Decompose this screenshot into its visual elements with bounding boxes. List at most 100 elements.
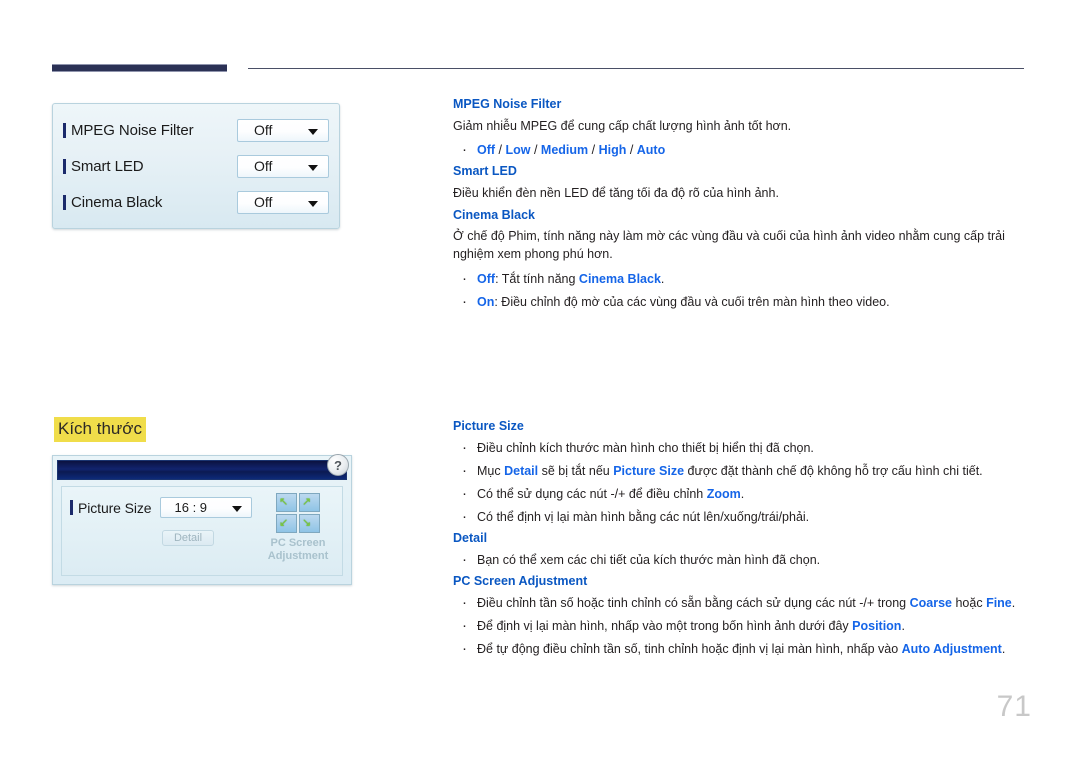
osd-panel-body: Picture Size 16 : 9 Detail ↖ ↗ ↙ ↘ PC Sc… [61,486,343,576]
list-item: Mục Detail sẽ bị tắt nếu Picture Size đư… [453,460,1033,482]
osd-row-mpeg-noise-filter[interactable]: MPEG Noise Filter Off [63,112,329,148]
header-rule-thin-line [248,68,1024,69]
chevron-down-icon [231,506,242,512]
list-item-text: được đặt thành chế độ không hỗ trợ cấu h… [684,463,983,478]
osd-label-mpeg-noise-filter: MPEG Noise Filter [63,122,237,139]
option-low: Low [505,142,531,157]
list-item: Off: Tắt tính năng Cinema Black. [453,267,1033,289]
link-coarse: Coarse [909,595,952,610]
list-item: Để định vị lại màn hình, nhấp vào một tr… [453,615,1033,637]
bullet-bar-icon [70,500,73,515]
doc-column-picture-size: Picture Size Điều chỉnh kích thước màn h… [453,419,1033,663]
list-item: On: Điều chỉnh độ mờ của các vùng đầu và… [453,291,1033,313]
page-number: 71 [996,690,1032,723]
doc-list-detail: Bạn có thể xem các chi tiết của kích thư… [453,549,1033,571]
position-grid-icon[interactable]: ↖ ↗ ↙ ↘ [276,493,320,533]
link-detail: Detail [504,463,539,478]
list-item: Để tự động điều chỉnh tần số, tinh chỉnh… [453,638,1033,660]
doc-list-picture-size: Điều chỉnh kích thước màn hình cho thiết… [453,437,1033,528]
list-item: Off / Low / Medium / High / Auto [453,139,1033,161]
osd-panel-picture-size: ? Picture Size 16 : 9 Detail ↖ ↗ ↙ ↘ PC … [52,454,352,585]
pc-screen-adjustment-label: PC Screen Adjustment [267,537,329,562]
list-item-text: Có thể định vị lại màn hình bằng các nút… [477,510,810,524]
arrow-up-right-icon: ↗ [302,496,312,508]
doc-heading-smart-led: Smart LED [453,163,517,178]
list-item: Điều chỉnh kích thước màn hình cho thiết… [453,437,1033,459]
header-rule-thick-bar [52,64,227,72]
osd-select-mpeg-noise-filter[interactable]: Off [237,118,329,142]
pc-screen-adjustment-group[interactable]: ↖ ↗ ↙ ↘ PC Screen Adjustment [260,493,336,562]
osd-label-text: Cinema Black [71,193,163,211]
link-cinema-black: Cinema Black [578,271,661,286]
arrow-down-right-icon: ↘ [302,517,312,529]
doc-para-cinema-black: Ở chế độ Phim, tính năng này làm mờ các … [453,229,1005,262]
list-item-period: . [660,271,665,286]
position-cell-bottom-left[interactable]: ↙ [276,514,297,533]
chevron-down-icon [308,164,318,171]
doc-list-cinema-black: Off: Tắt tính năng Cinema Black. On: Điề… [453,267,1033,313]
list-item-text: Bạn có thể xem các chi tiết của kích thư… [477,552,821,567]
option-auto: Auto [636,142,666,157]
doc-heading-mpeg-noise-filter: MPEG Noise Filter [453,97,562,111]
section-heading-kich-thuoc: Kích thước [54,417,146,442]
link-fine: Fine [986,595,1012,610]
list-item-text: . [1001,641,1006,656]
osd-titlebar [57,460,347,480]
option-on: On [477,294,495,309]
osd-row-cinema-black[interactable]: Cinema Black Off [63,184,329,220]
doc-heading-cinema-black: Cinema Black [453,207,535,222]
bullet-bar-icon [63,122,66,138]
arrow-down-left-icon: ↙ [279,517,289,529]
osd-label-smart-led: Smart LED [63,158,237,175]
osd-row-smart-led[interactable]: Smart LED Off [63,148,329,184]
list-item-text: Có thể sử dụng các nút -/+ để điều chỉnh [477,486,707,501]
osd-select-value: Off [254,122,273,138]
osd-label-text: Picture Size [78,499,152,516]
link-zoom: Zoom [706,486,741,501]
link-picture-size: Picture Size [613,463,685,478]
osd-label-text: Smart LED [71,157,144,175]
option-high: High [598,142,627,157]
osd-row-picture-size[interactable]: Picture Size 16 : 9 [70,497,252,518]
osd-select-smart-led[interactable]: Off [237,154,329,178]
doc-para-smart-led: Điều khiển đèn nền LED để tăng tối đa độ… [453,185,779,200]
doc-list-pc-screen-adjustment: Điều chỉnh tần số hoặc tinh chỉnh có sẵn… [453,591,1033,660]
osd-panel-picture-options: MPEG Noise Filter Off Smart LED Off Cine… [52,103,340,229]
list-item: Có thể sử dụng các nút -/+ để điều chỉnh… [453,483,1033,505]
doc-list-mpeg-options: Off / Low / Medium / High / Auto [453,139,1033,161]
osd-select-value: Off [254,194,273,210]
doc-para-mpeg-noise-filter: Giảm nhiễu MPEG để cung cấp chất lượng h… [453,118,792,133]
list-item-text: . [740,486,745,501]
doc-heading-detail: Detail [453,531,488,546]
osd-select-picture-size[interactable]: 16 : 9 [159,497,252,518]
list-item-text: . [901,618,905,633]
bullet-bar-icon [63,158,66,174]
list-item-text: : Điều chỉnh độ mờ của các vùng đầu và c… [494,294,890,309]
doc-heading-pc-screen-adjustment: PC Screen Adjustment [453,573,588,588]
arrow-up-left-icon: ↖ [279,496,289,508]
option-medium: Medium [540,142,589,157]
list-item: Bạn có thể xem các chi tiết của kích thư… [453,549,1033,571]
list-item-text: Để định vị lại màn hình, nhấp vào một tr… [477,618,853,633]
position-cell-top-left[interactable]: ↖ [276,493,297,512]
list-item-text: Điều chỉnh kích thước màn hình cho thiết… [477,440,814,455]
chevron-down-icon [308,200,318,207]
position-cell-top-right[interactable]: ↗ [299,493,320,512]
detail-button[interactable]: Detail [162,530,214,546]
list-item-text: Điều chỉnh tần số hoặc tinh chỉnh có sẵn… [477,595,910,610]
list-item-text: hoặc [952,595,987,610]
osd-select-value: 16 : 9 [174,500,208,515]
page-header-rule [52,64,1024,76]
help-icon[interactable]: ? [327,454,349,476]
osd-select-cinema-black[interactable]: Off [237,190,329,214]
list-item: Điều chỉnh tần số hoặc tinh chỉnh có sẵn… [453,591,1033,613]
doc-column-picture-options: MPEG Noise Filter Giảm nhiễu MPEG để cun… [453,97,1033,316]
option-off: Off [477,142,496,157]
osd-select-value: Off [254,158,273,174]
list-item: Có thể định vị lại màn hình bằng các nút… [453,506,1033,528]
osd-label-text: MPEG Noise Filter [71,121,194,139]
doc-heading-picture-size: Picture Size [453,419,524,433]
list-item-text: . [1011,595,1016,610]
chevron-down-icon [308,128,318,135]
position-cell-bottom-right[interactable]: ↘ [299,514,320,533]
